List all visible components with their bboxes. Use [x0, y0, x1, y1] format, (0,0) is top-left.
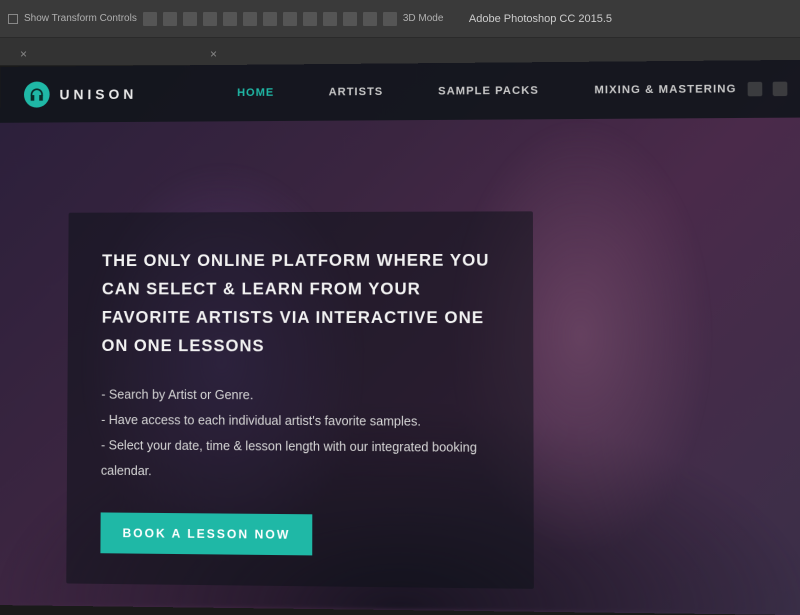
mode-3d-label: 3D Mode — [403, 13, 444, 24]
doc-tab-close-icon[interactable]: × — [210, 47, 220, 57]
hero-card: THE ONLY ONLINE PLATFORM WHERE YOU CAN S… — [66, 211, 534, 589]
distribute-icon[interactable] — [323, 12, 337, 26]
align-icon[interactable] — [223, 12, 237, 26]
distribute-icon[interactable] — [343, 12, 357, 26]
align-icon[interactable] — [203, 12, 217, 26]
photoshop-options-bar: Show Transform Controls 3D Mode Adobe Ph… — [0, 0, 800, 38]
hero-section: THE ONLY ONLINE PLATFORM WHERE YOU CAN S… — [0, 117, 800, 592]
nav-home[interactable]: HOME — [237, 87, 274, 99]
nav-artists[interactable]: ARTISTS — [329, 86, 384, 99]
brand-wordmark[interactable]: UNISON — [59, 86, 137, 103]
nav-sample-packs[interactable]: SAMPLE PACKS — [438, 85, 539, 98]
distribute-icon[interactable] — [263, 12, 277, 26]
list-item: - Search by Artist or Genre. — [101, 383, 498, 410]
align-icon[interactable] — [143, 12, 157, 26]
distribute-icon[interactable] — [283, 12, 297, 26]
list-item: - Have access to each individual artist'… — [101, 408, 498, 436]
hero-bullets: - Search by Artist or Genre. - Have acce… — [101, 383, 499, 488]
headphones-logo-icon[interactable] — [24, 81, 50, 107]
distribute-icon[interactable] — [363, 12, 377, 26]
cart-icon[interactable] — [773, 82, 788, 97]
checkbox-icon[interactable] — [8, 14, 18, 24]
nav-utility-icons — [748, 82, 788, 97]
align-icon[interactable] — [243, 12, 257, 26]
search-icon[interactable] — [748, 82, 763, 97]
list-item: - Select your date, time & lesson length… — [101, 433, 499, 487]
mode-3d-icon[interactable] — [383, 12, 397, 26]
app-title: Adobe Photoshop CC 2015.5 — [469, 13, 612, 25]
primary-nav: HOME ARTISTS SAMPLE PACKS MIXING & MASTE… — [237, 83, 736, 99]
align-icon[interactable] — [183, 12, 197, 26]
book-lesson-button[interactable]: BOOK A LESSON NOW — [100, 513, 312, 556]
doc-tab-close-icon[interactable]: × — [20, 47, 30, 57]
option-transform-controls: Show Transform Controls — [24, 13, 137, 24]
nav-mixing-mastering[interactable]: MIXING & MASTERING — [594, 83, 736, 96]
align-icon[interactable] — [163, 12, 177, 26]
distribute-icon[interactable] — [303, 12, 317, 26]
design-canvas: UNISON HOME ARTISTS SAMPLE PACKS MIXING … — [0, 60, 800, 615]
site-navbar: UNISON HOME ARTISTS SAMPLE PACKS MIXING … — [0, 60, 800, 123]
hero-headline: THE ONLY ONLINE PLATFORM WHERE YOU CAN S… — [102, 246, 499, 361]
